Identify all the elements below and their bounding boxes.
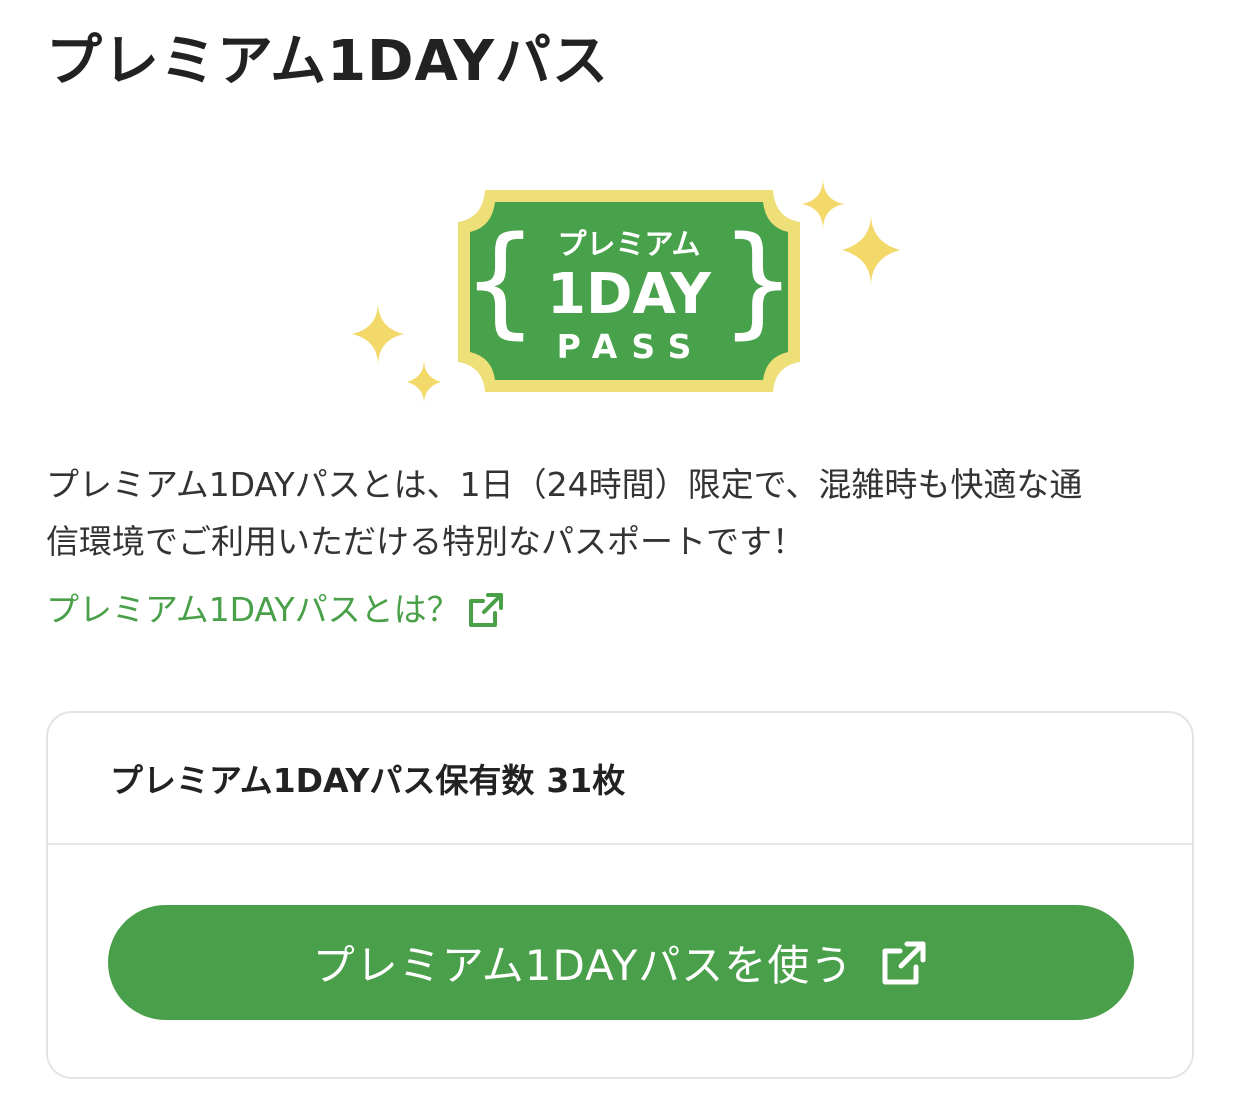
pass-count-row: プレミアム1DAYパス保有数 31枚 (48, 713, 1192, 845)
logo-text-pass: PASS (557, 327, 706, 366)
pass-count-value: 31枚 (546, 761, 626, 800)
logo-text-premium: プレミアム (558, 227, 701, 261)
description-text: プレミアム1DAYパスとは、1日（24時間）限定で、混雑時も快適な通 信環境でご… (46, 456, 1196, 570)
use-pass-button[interactable]: プレミアム1DAYパスを使う (108, 905, 1134, 1020)
about-link-label: プレミアム1DAYパスとは？ (46, 590, 460, 629)
logo-text-1day: 1DAY (547, 262, 712, 327)
description-line-1: プレミアム1DAYパスとは、1日（24時間）限定で、混雑時も快適な通 (46, 465, 1083, 504)
description-line-2: 信環境でご利用いただける特別なパスポートです！ (46, 522, 805, 561)
external-link-icon (879, 938, 929, 988)
pass-count-label: プレミアム1DAYパス保有数 (110, 761, 535, 800)
sparkle-icon (802, 178, 844, 230)
sparkle-icon (352, 302, 404, 366)
use-pass-button-label: プレミアム1DAYパスを使う (312, 941, 854, 990)
page-title: プレミアム1DAYパス (46, 29, 610, 94)
pass-card: プレミアム1DAYパス保有数 31枚 プレミアム1DAYパスを使う (46, 711, 1194, 1079)
ticket-logo-graphic: { } プレミアム 1DAY PASS (352, 178, 900, 404)
premium-1day-pass-logo: { } プレミアム 1DAY PASS (330, 170, 920, 420)
brace-left: { (462, 212, 538, 351)
sparkle-icon (407, 360, 441, 404)
brace-right: } (720, 212, 796, 351)
external-link-icon (466, 590, 506, 630)
sparkle-icon (842, 214, 900, 286)
about-premium-pass-link[interactable]: プレミアム1DAYパスとは？ (46, 582, 506, 638)
